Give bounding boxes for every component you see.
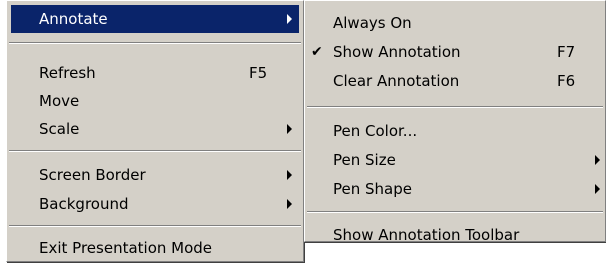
menu-item-pen-shape[interactable]: Pen Shape — [307, 175, 603, 203]
submenu-arrow-icon — [287, 199, 292, 209]
submenu-arrow-icon — [287, 170, 292, 180]
menu-item-exit-presentation-mode[interactable]: Exit Presentation Mode — [11, 234, 299, 262]
presentation-context-menu: Annotate Refresh F5 Move Scale Screen Bo… — [6, 0, 304, 262]
menu-item-label: Pen Color... — [333, 122, 418, 140]
menu-item-label: Background — [39, 195, 129, 213]
menu-item-label: Clear Annotation — [333, 72, 460, 90]
menu-separator — [9, 150, 301, 152]
menu-item-show-annotation-toolbar[interactable]: Show Annotation Toolbar — [307, 221, 603, 249]
menu-item-label: Pen Shape — [333, 180, 412, 198]
menu-item-refresh[interactable]: Refresh F5 — [11, 59, 299, 87]
menu-item-show-annotation[interactable]: ✔ Show Annotation F7 — [307, 38, 603, 66]
menu-item-label: Move — [39, 92, 80, 110]
menu-separator — [307, 106, 603, 108]
menu-separator — [307, 211, 603, 213]
menu-separator — [9, 42, 301, 44]
menu-item-label: Refresh — [39, 64, 96, 82]
menu-item-background[interactable]: Background — [11, 190, 299, 218]
menu-item-scale[interactable]: Scale — [11, 115, 299, 143]
submenu-arrow-icon — [287, 124, 292, 134]
menu-item-clear-annotation[interactable]: Clear Annotation F6 — [307, 67, 603, 95]
menu-item-label: Screen Border — [39, 166, 146, 184]
checkmark-icon: ✔ — [311, 44, 323, 60]
menu-item-shortcut: F5 — [249, 64, 268, 82]
submenu-arrow-icon — [595, 184, 600, 194]
menu-item-screen-border[interactable]: Screen Border — [11, 161, 299, 189]
menu-separator — [9, 225, 301, 227]
menu-item-shortcut: F7 — [557, 43, 576, 61]
submenu-arrow-icon — [287, 14, 292, 24]
menu-item-label: Always On — [333, 14, 412, 32]
menu-item-pen-size[interactable]: Pen Size — [307, 146, 603, 174]
menu-item-annotate[interactable]: Annotate — [11, 5, 299, 33]
annotate-submenu: Always On ✔ Show Annotation F7 Clear Ann… — [304, 0, 606, 244]
menu-item-always-on[interactable]: Always On — [307, 9, 603, 37]
menu-item-shortcut: F6 — [557, 72, 576, 90]
menu-item-label: Exit Presentation Mode — [39, 239, 213, 257]
menu-item-label: Show Annotation — [333, 43, 461, 61]
menu-item-pen-color[interactable]: Pen Color... — [307, 117, 603, 145]
menu-item-label: Annotate — [39, 10, 108, 28]
menu-item-label: Scale — [39, 120, 80, 138]
menu-item-label: Pen Size — [333, 151, 396, 169]
menu-item-move[interactable]: Move — [11, 87, 299, 115]
menu-item-label: Show Annotation Toolbar — [333, 226, 520, 244]
submenu-arrow-icon — [595, 155, 600, 165]
